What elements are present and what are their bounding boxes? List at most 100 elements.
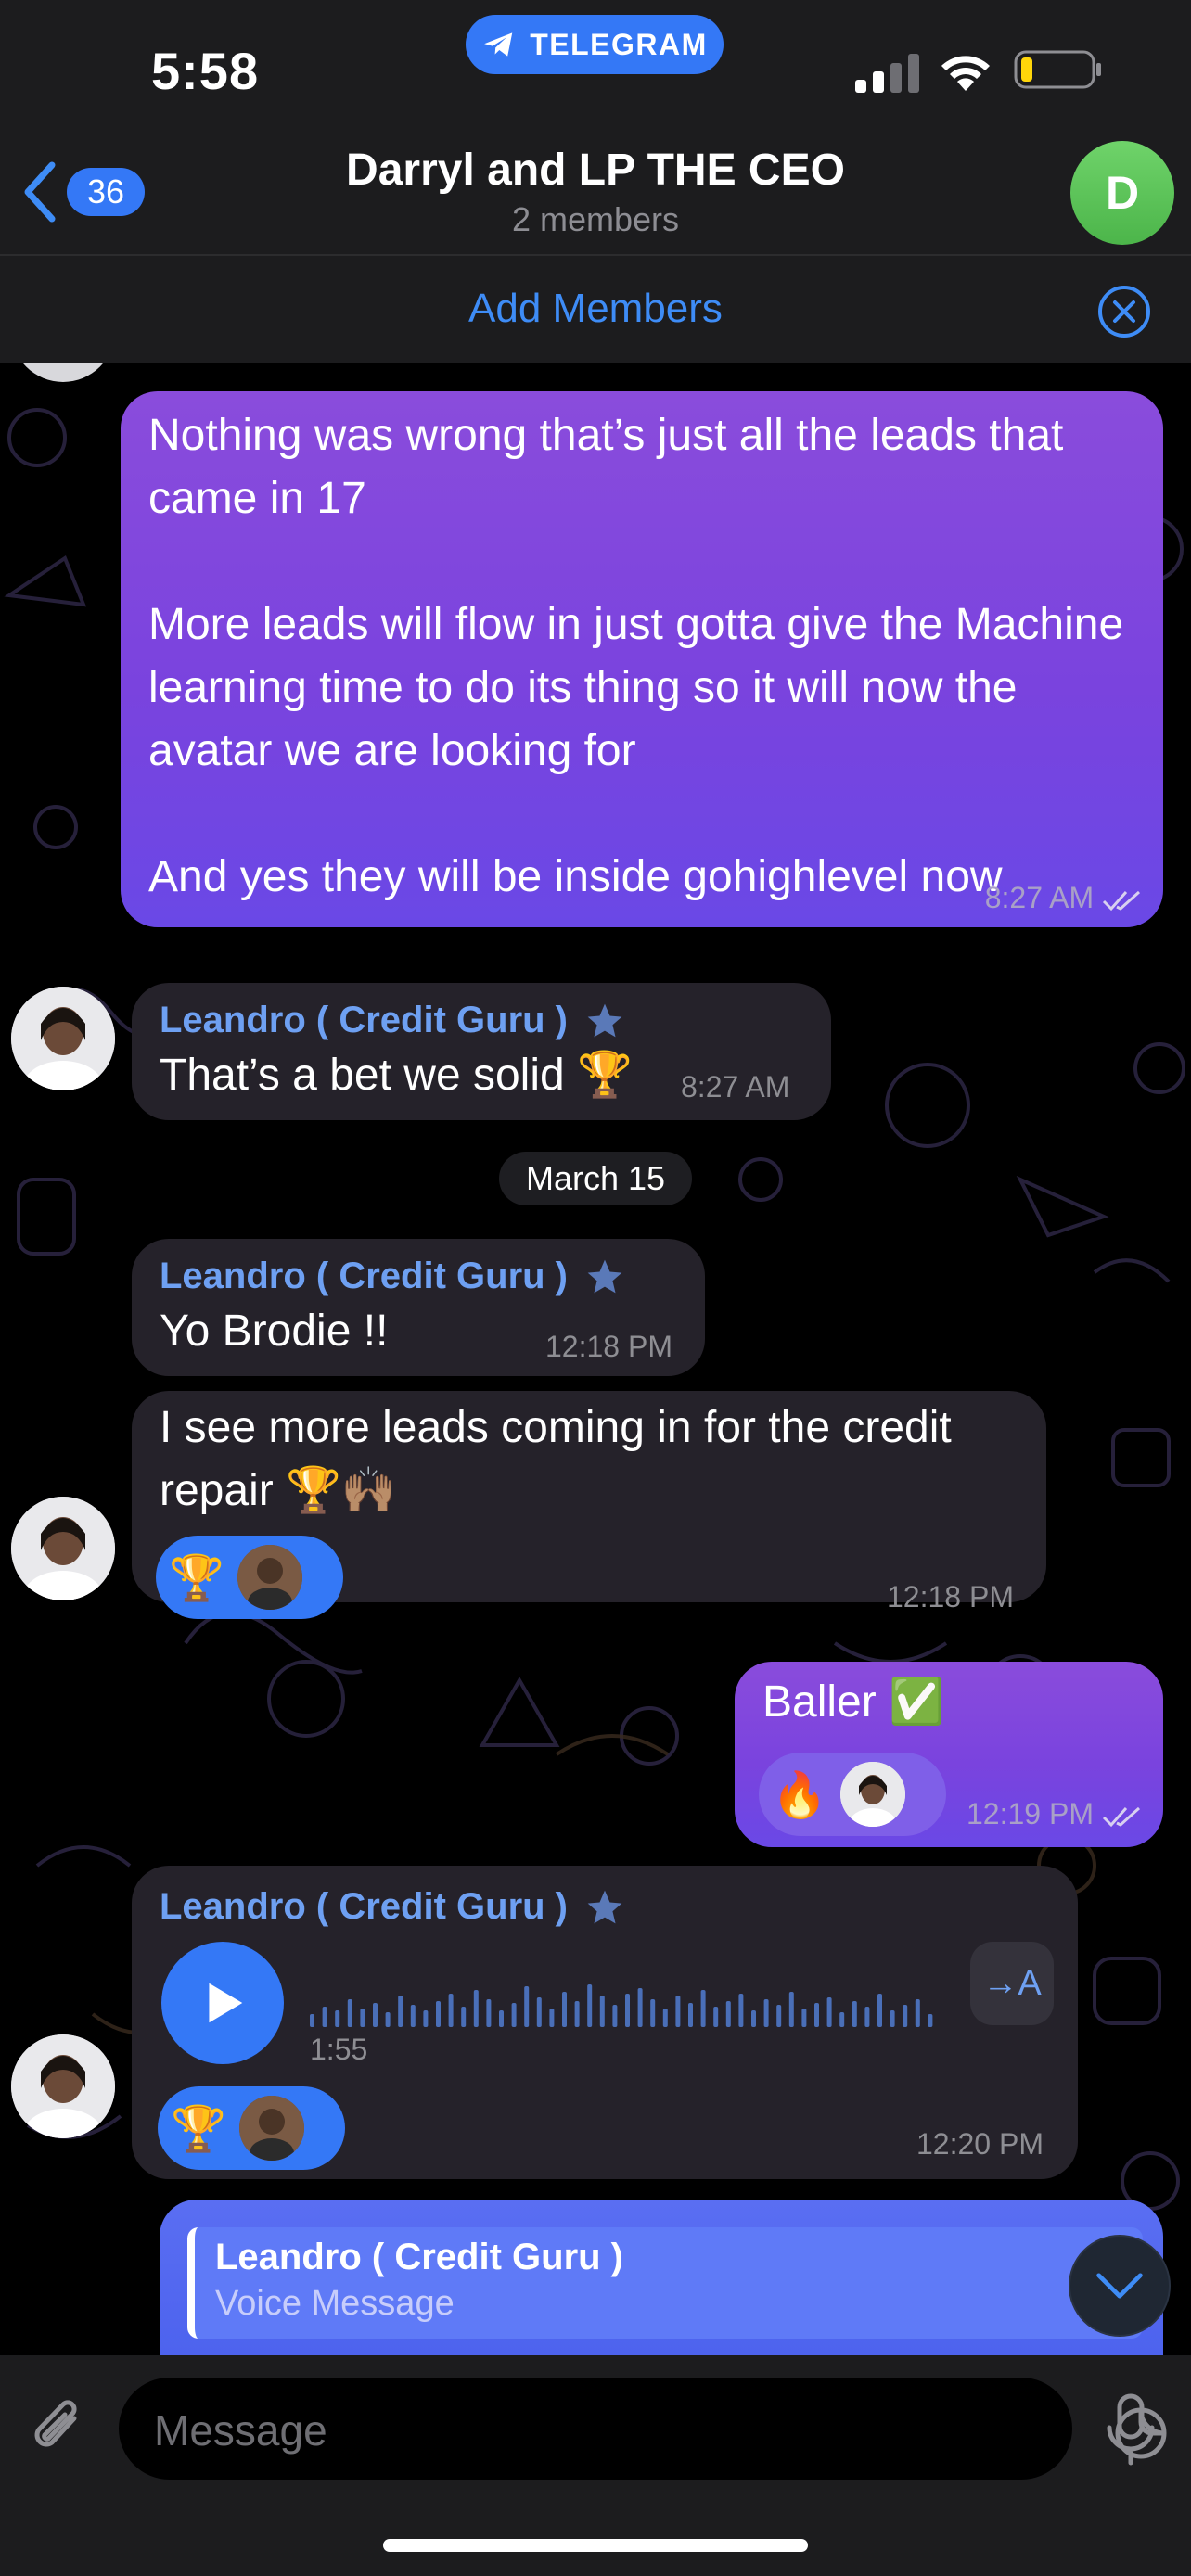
reply-quote[interactable]: Leandro ( Credit Guru ) Voice Message: [187, 2227, 1143, 2339]
voice-waveform[interactable]: [310, 1975, 941, 2027]
waveform-bar: [688, 2003, 693, 2027]
waveform-bar: [915, 1999, 920, 2027]
trophy-reaction: 🏆: [169, 1553, 224, 1603]
waveform-bar: [700, 1990, 706, 2027]
message-time: 12:20 PM: [916, 2127, 1044, 2161]
incoming-message[interactable]: I see more leads coming in for the credi…: [132, 1391, 1046, 1619]
waveform-bar: [385, 2012, 391, 2027]
waveform-bar: [852, 2001, 857, 2027]
waveform-bar: [662, 2009, 668, 2027]
waveform-bar: [461, 2007, 467, 2027]
double-check-icon: [1102, 890, 1141, 911]
sender-name[interactable]: Leandro ( Credit Guru ): [160, 1256, 625, 1297]
sender-name[interactable]: Leandro ( Credit Guru ): [160, 1000, 625, 1041]
waveform-bar: [776, 2005, 782, 2027]
message-time: 12:18 PM: [887, 1580, 1014, 1613]
message-time: 8:27 AM: [985, 881, 1143, 915]
waveform-bar: [713, 2007, 719, 2027]
waveform-bar: [612, 2005, 618, 2027]
waveform-bar: [423, 2010, 429, 2027]
outgoing-message[interactable]: Nothing was wrong that’s just all the le…: [121, 391, 1163, 927]
incoming-voice-message[interactable]: Leandro ( Credit Guru ) 1:55 →A 🏆 12:20 …: [132, 1866, 1078, 2179]
incoming-message[interactable]: Leandro ( Credit Guru ) That’s a bet we …: [132, 983, 831, 1120]
wifi-icon: [941, 56, 990, 91]
avatar[interactable]: [11, 1497, 115, 1600]
waveform-bar: [738, 1994, 744, 2027]
waveform-bar: [826, 1997, 832, 2027]
waveform-bar: [788, 1992, 794, 2027]
waveform-bar: [486, 1999, 492, 2027]
scroll-down-button[interactable]: [1069, 2235, 1171, 2337]
home-indicator[interactable]: [383, 2539, 808, 2552]
fire-reaction: 🔥: [772, 1770, 827, 1820]
waveform-bar: [373, 2003, 378, 2027]
reactor-avatar: [839, 1762, 905, 1827]
trophy-reaction: 🏆: [171, 2104, 226, 2154]
waveform-bar: [864, 2007, 870, 2027]
person-avatar-icon: [11, 987, 115, 1090]
chat-subtitle: 2 members: [511, 200, 680, 238]
waveform-bar: [511, 2003, 517, 2027]
chat-avatar[interactable]: D: [1070, 141, 1174, 245]
chevron-down-icon: [1096, 2273, 1143, 2299]
reply-sender: Leandro ( Credit Guru ): [215, 2237, 623, 2277]
waveform-bar: [310, 2014, 314, 2027]
microphone-icon[interactable]: [1102, 2392, 1159, 2467]
play-button[interactable]: [161, 1942, 284, 2064]
close-icon[interactable]: [1096, 284, 1152, 339]
message-time: 12:19 PM: [967, 1797, 1143, 1831]
star-icon: [587, 1890, 622, 1923]
paperclip-icon[interactable]: [26, 2391, 91, 2465]
clock: 5:58: [151, 42, 260, 100]
person-avatar-icon: [11, 2034, 115, 2138]
outgoing-message[interactable]: Baller ✅ 🔥 12:19 PM: [735, 1662, 1163, 1847]
waveform-bar: [335, 2010, 340, 2027]
voice-duration: 1:55: [310, 2033, 368, 2066]
message-text: That’s a bet we solid 🏆: [160, 1051, 633, 1100]
waveform-bar: [587, 1984, 593, 2027]
avatar[interactable]: [11, 2034, 115, 2138]
play-icon: [209, 1983, 243, 2023]
waveform-bar: [473, 1990, 479, 2027]
waveform-bar: [436, 2001, 441, 2027]
reaction-badge[interactable]: 🏆: [156, 1536, 343, 1619]
message-text: Baller ✅: [762, 1677, 944, 1727]
waveform-bar: [928, 2014, 933, 2027]
waveform-bar: [751, 2010, 756, 2027]
waveform-bar: [903, 2005, 908, 2027]
status-bar: 5:58 TELEGRAM: [0, 0, 1191, 139]
reaction-badge[interactable]: 🏆: [158, 2086, 345, 2170]
star-icon: [587, 1259, 622, 1293]
chat-title[interactable]: Darryl and LP THE CEO: [0, 145, 1191, 196]
message-time: 8:27 AM: [681, 1070, 790, 1103]
add-members-button[interactable]: Add Members: [0, 286, 1191, 332]
transcribe-button[interactable]: →A: [970, 1942, 1054, 2025]
message-list[interactable]: Nothing was wrong that’s just all the le…: [0, 363, 1191, 2355]
outgoing-reply-message[interactable]: Leandro ( Credit Guru ) Voice Message: [160, 2200, 1163, 2355]
sender-name[interactable]: Leandro ( Credit Guru ): [160, 1886, 625, 1928]
avatar[interactable]: [11, 987, 115, 1090]
reply-type: Voice Message: [215, 2284, 455, 2323]
star-icon: [587, 1003, 622, 1037]
reaction-badge[interactable]: 🔥: [759, 1753, 946, 1836]
waveform-bar: [322, 2007, 327, 2027]
waveform-bar: [398, 1996, 403, 2027]
waveform-bar: [599, 1996, 605, 2027]
waveform-bar: [725, 2001, 731, 2027]
person-avatar-icon: [11, 1497, 115, 1600]
waveform-bar: [637, 1988, 643, 2027]
waveform-bar: [360, 2009, 365, 2027]
cellular-signal-icon: [855, 54, 919, 93]
waveform-bar: [814, 2003, 819, 2027]
incoming-message[interactable]: Leandro ( Credit Guru ) Yo Brodie !! 12:…: [132, 1239, 705, 1376]
reactor-avatar: [238, 2096, 304, 2161]
waveform-bar: [877, 1994, 882, 2027]
message-text: Yo Brodie !!: [160, 1307, 389, 1356]
add-members-bar: Add Members: [0, 254, 1191, 363]
waveform-bar: [675, 1996, 681, 2027]
waveform-bar: [536, 1997, 542, 2027]
message-input[interactable]: Message: [119, 2378, 1167, 2480]
waveform-bar: [801, 2009, 807, 2027]
telegram-app-pill[interactable]: TELEGRAM: [466, 15, 724, 74]
message-text: I see more leads coming in for the credi…: [160, 1403, 965, 1515]
